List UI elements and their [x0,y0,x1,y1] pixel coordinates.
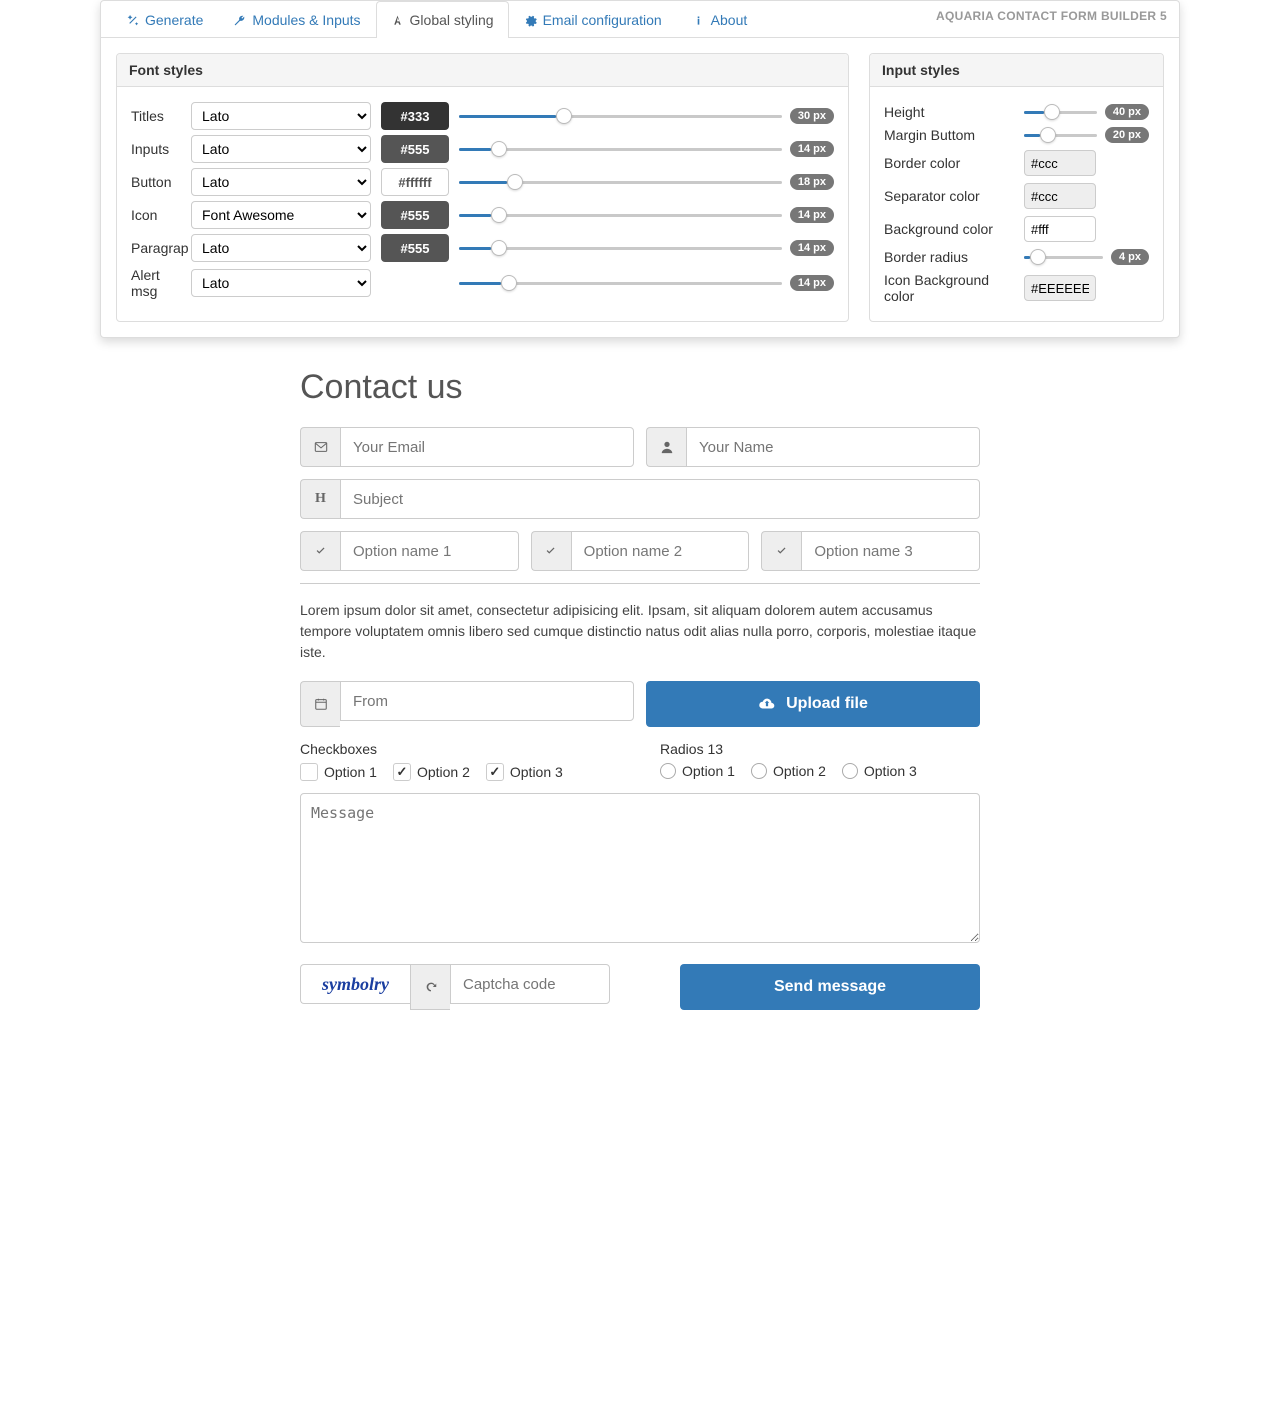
border-color-input[interactable] [1024,150,1096,176]
email-field [300,427,634,467]
captcha-input[interactable] [450,964,610,1004]
font-row-label: Alert msg [131,267,181,299]
font-size-slider[interactable]: 14 px [459,141,834,157]
font-row-label: Inputs [131,141,181,157]
checkbox-3[interactable] [486,763,504,781]
info-icon [692,14,705,27]
check-icon [531,531,571,571]
height-row: Height 40 px [884,104,1149,120]
font-select[interactable]: Lato [191,269,371,297]
font-styles-title: Font styles [117,54,848,87]
radio-3[interactable] [842,763,858,779]
font-select[interactable]: Lato [191,234,371,262]
tab-about[interactable]: About [677,1,763,38]
form-preview: Contact us H Option name 1 Option name 2… [280,368,1000,1010]
checkbox-2[interactable] [393,763,411,781]
font-row-1: Inputs Lato #555 14 px [131,135,834,163]
font-size-slider[interactable]: 14 px [459,240,834,256]
heading-icon: H [300,479,340,519]
font-size-slider[interactable]: 14 px [459,207,834,223]
font-select[interactable]: Lato [191,168,371,196]
radio-2[interactable] [751,763,767,779]
font-select[interactable]: Font Awesome [191,201,371,229]
cloud-upload-icon [758,695,776,713]
font-select[interactable]: Lato [191,135,371,163]
select-1[interactable]: Option name 1 [340,531,519,571]
font-color-box[interactable]: #555 [381,201,449,229]
paragraph-text: Lorem ipsum dolor sit amet, consectetur … [300,600,980,663]
refresh-icon[interactable] [410,964,450,1010]
font-icon [391,14,404,27]
calendar-icon [300,681,340,727]
tab-modules[interactable]: Modules & Inputs [218,1,375,38]
tab-bar: AQUARIA CONTACT FORM BUILDER 5 Generate … [101,1,1179,38]
font-color-box[interactable]: #555 [381,135,449,163]
envelope-icon [300,427,340,467]
input-styles-title: Input styles [870,54,1163,87]
checkbox-1[interactable] [300,763,318,781]
user-icon [646,427,686,467]
radio-group: Radios 13 Option 1 Option 2 Option 3 [660,741,980,781]
email-input[interactable] [340,427,634,467]
font-color-box[interactable]: #333 [381,102,449,130]
margin-row: Margin Buttom 20 px [884,127,1149,143]
wrench-icon [233,14,246,27]
font-row-4: Paragrap Lato #555 14 px [131,234,834,262]
subject-input[interactable] [340,479,980,519]
font-row-label: Icon [131,207,181,223]
captcha-field: symbolry [300,964,610,1010]
font-row-0: Titles Lato #333 30 px [131,102,834,130]
font-row-label: Button [131,174,181,190]
send-button[interactable]: Send message [680,964,980,1010]
radius-row: Border radius 4 px [884,249,1149,265]
font-size-slider[interactable]: 14 px [459,275,834,291]
height-slider[interactable]: 40 px [1024,104,1149,120]
gear-icon [524,14,537,27]
radio-1[interactable] [660,763,676,779]
radius-slider[interactable]: 4 px [1024,249,1149,265]
margin-slider[interactable]: 20 px [1024,127,1149,143]
separator-color-input[interactable] [1024,183,1096,209]
tab-generate[interactable]: Generate [111,1,218,38]
upload-button[interactable]: Upload file [646,681,980,727]
form-title: Contact us [300,368,980,407]
magic-icon [126,14,139,27]
select-3[interactable]: Option name 3 [801,531,980,571]
font-row-3: Icon Font Awesome #555 14 px [131,201,834,229]
checkbox-group: Checkboxes Option 1 Option 2 Option 3 [300,741,620,781]
input-styles-card: Input styles Height 40 px Margin Buttom … [869,53,1164,322]
font-row-label: Paragrap [131,240,181,256]
name-input[interactable] [686,427,980,467]
font-size-slider[interactable]: 30 px [459,108,834,124]
subject-field: H [300,479,980,519]
font-styles-card: Font styles Titles Lato #333 30 px Inputs Lat… [116,53,849,322]
separator [300,583,980,584]
date-input[interactable] [340,681,634,721]
builder-panel: AQUARIA CONTACT FORM BUILDER 5 Generate … [100,0,1180,338]
name-field [646,427,980,467]
font-select[interactable]: Lato [191,102,371,130]
icon-bg-input[interactable] [1024,275,1096,301]
font-color-box[interactable]: #555 [381,234,449,262]
bg-color-input[interactable] [1024,216,1096,242]
tab-global-styling[interactable]: Global styling [376,1,509,38]
check-icon [761,531,801,571]
font-color-box[interactable]: #ffffff [381,168,449,196]
message-textarea[interactable] [300,793,980,943]
font-row-2: Button Lato #ffffff 18 px [131,168,834,196]
captcha-image: symbolry [300,964,410,1004]
app-brand: AQUARIA CONTACT FORM BUILDER 5 [936,9,1167,23]
tab-email-config[interactable]: Email configuration [509,1,677,38]
font-row-label: Titles [131,108,181,124]
font-row-5: Alert msg Lato 14 px [131,267,834,299]
select-2[interactable]: Option name 2 [571,531,750,571]
font-size-slider[interactable]: 18 px [459,174,834,190]
check-icon [300,531,340,571]
